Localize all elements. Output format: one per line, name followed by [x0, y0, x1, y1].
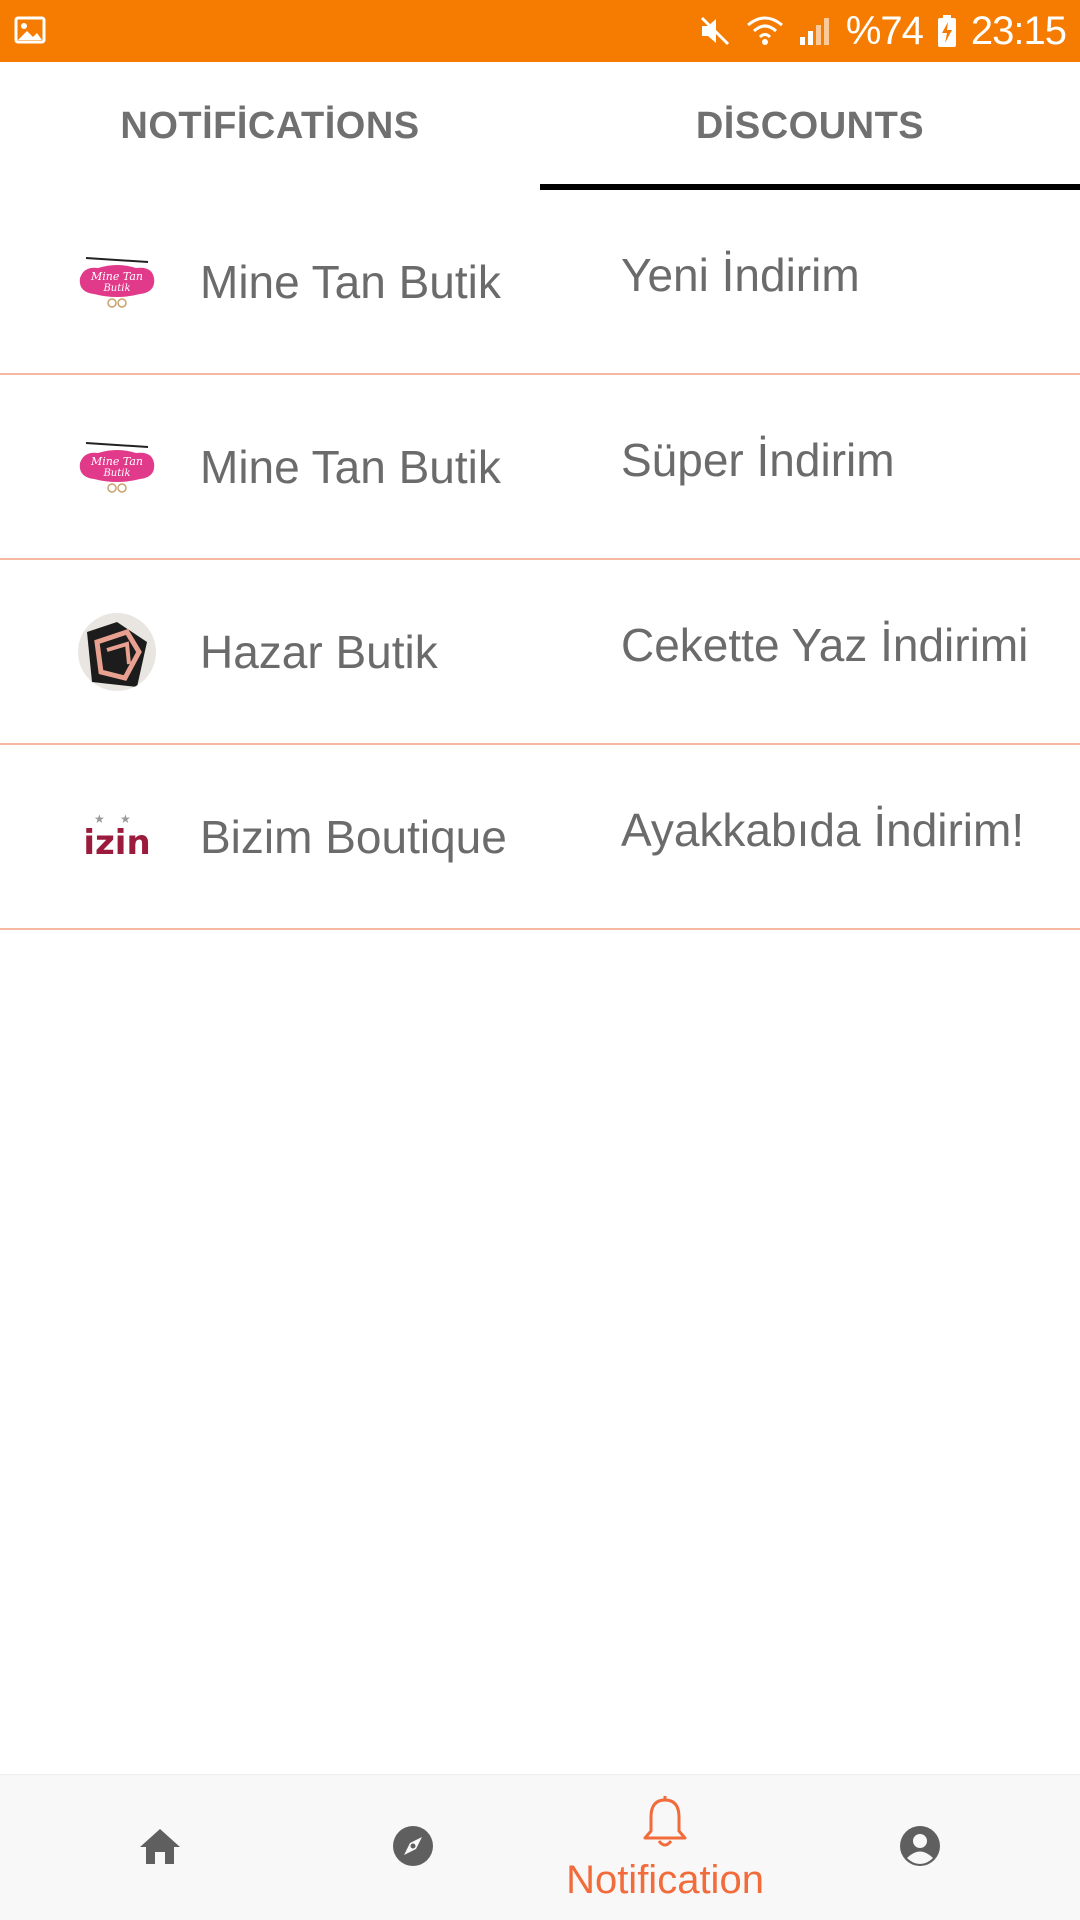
tab-notifications[interactable]: NOTİFİCATİONS [0, 62, 540, 190]
discount-title: Ayakkabıda İndirim! [621, 804, 1025, 856]
nav-notification[interactable]: Notification [540, 1775, 790, 1920]
list-item[interactable]: Mine Tan Butik Mine Tan Butik Süper İndi… [0, 375, 1080, 560]
wifi-icon [746, 15, 784, 47]
discount-title: Süper İndirim [621, 434, 895, 486]
list-item[interactable]: Hazar Butik Cekette Yaz İndirimi [0, 560, 1080, 745]
discount-list: Mine Tan Butik Mine Tan Butik Yeni İndir… [0, 190, 1080, 930]
hazar-butik-logo [76, 611, 158, 693]
account-icon [899, 1825, 941, 1872]
shop-name: Hazar Butik [200, 625, 438, 678]
home-icon [138, 1826, 182, 1871]
shop-name: Mine Tan Butik [200, 255, 501, 308]
mine-tan-butik-logo: Mine Tan Butik [76, 241, 158, 323]
gallery-icon [14, 14, 46, 46]
nav-home[interactable] [110, 1775, 210, 1920]
svg-text:Mine Tan: Mine Tan [90, 270, 143, 283]
list-item[interactable]: ★ ★ izin Bizim Boutique Ayakkabıda İndir… [0, 745, 1080, 930]
svg-text:Mine Tan: Mine Tan [90, 455, 143, 468]
tab-bar: NOTİFİCATİONS DİSCOUNTS [0, 62, 1080, 190]
mine-tan-butik-logo: Mine Tan Butik [76, 426, 158, 508]
battery-charging-icon [937, 14, 957, 48]
discount-title: Yeni İndirim [621, 249, 860, 301]
shop-name: Bizim Boutique [200, 810, 507, 863]
mute-icon [698, 14, 732, 48]
nav-notification-label: Notification [566, 1858, 764, 1902]
tab-discounts[interactable]: DİSCOUNTS [540, 62, 1080, 190]
svg-text:izin: izin [83, 823, 150, 863]
nav-explore[interactable] [363, 1775, 463, 1920]
compass-icon [392, 1825, 434, 1872]
bell-icon [642, 1793, 688, 1854]
discounts-screen: %74 23:15 NOTİFİCATİONS DİSCOUNTS Mine T… [0, 0, 1080, 1920]
svg-text:Butik: Butik [102, 468, 130, 479]
battery-percent: %74 [845, 8, 924, 53]
status-bar: %74 23:15 [0, 0, 1080, 62]
bizim-boutique-logo: ★ ★ izin [76, 796, 158, 878]
shop-name: Mine Tan Butik [200, 440, 501, 493]
signal-icon [798, 15, 832, 47]
clock: 23:15 [970, 8, 1067, 53]
nav-profile[interactable] [870, 1775, 970, 1920]
discount-title: Cekette Yaz İndirimi [621, 619, 1029, 671]
bottom-navigation: Notification [0, 1774, 1080, 1920]
list-item[interactable]: Mine Tan Butik Mine Tan Butik Yeni İndir… [0, 190, 1080, 375]
svg-text:Butik: Butik [102, 283, 130, 294]
